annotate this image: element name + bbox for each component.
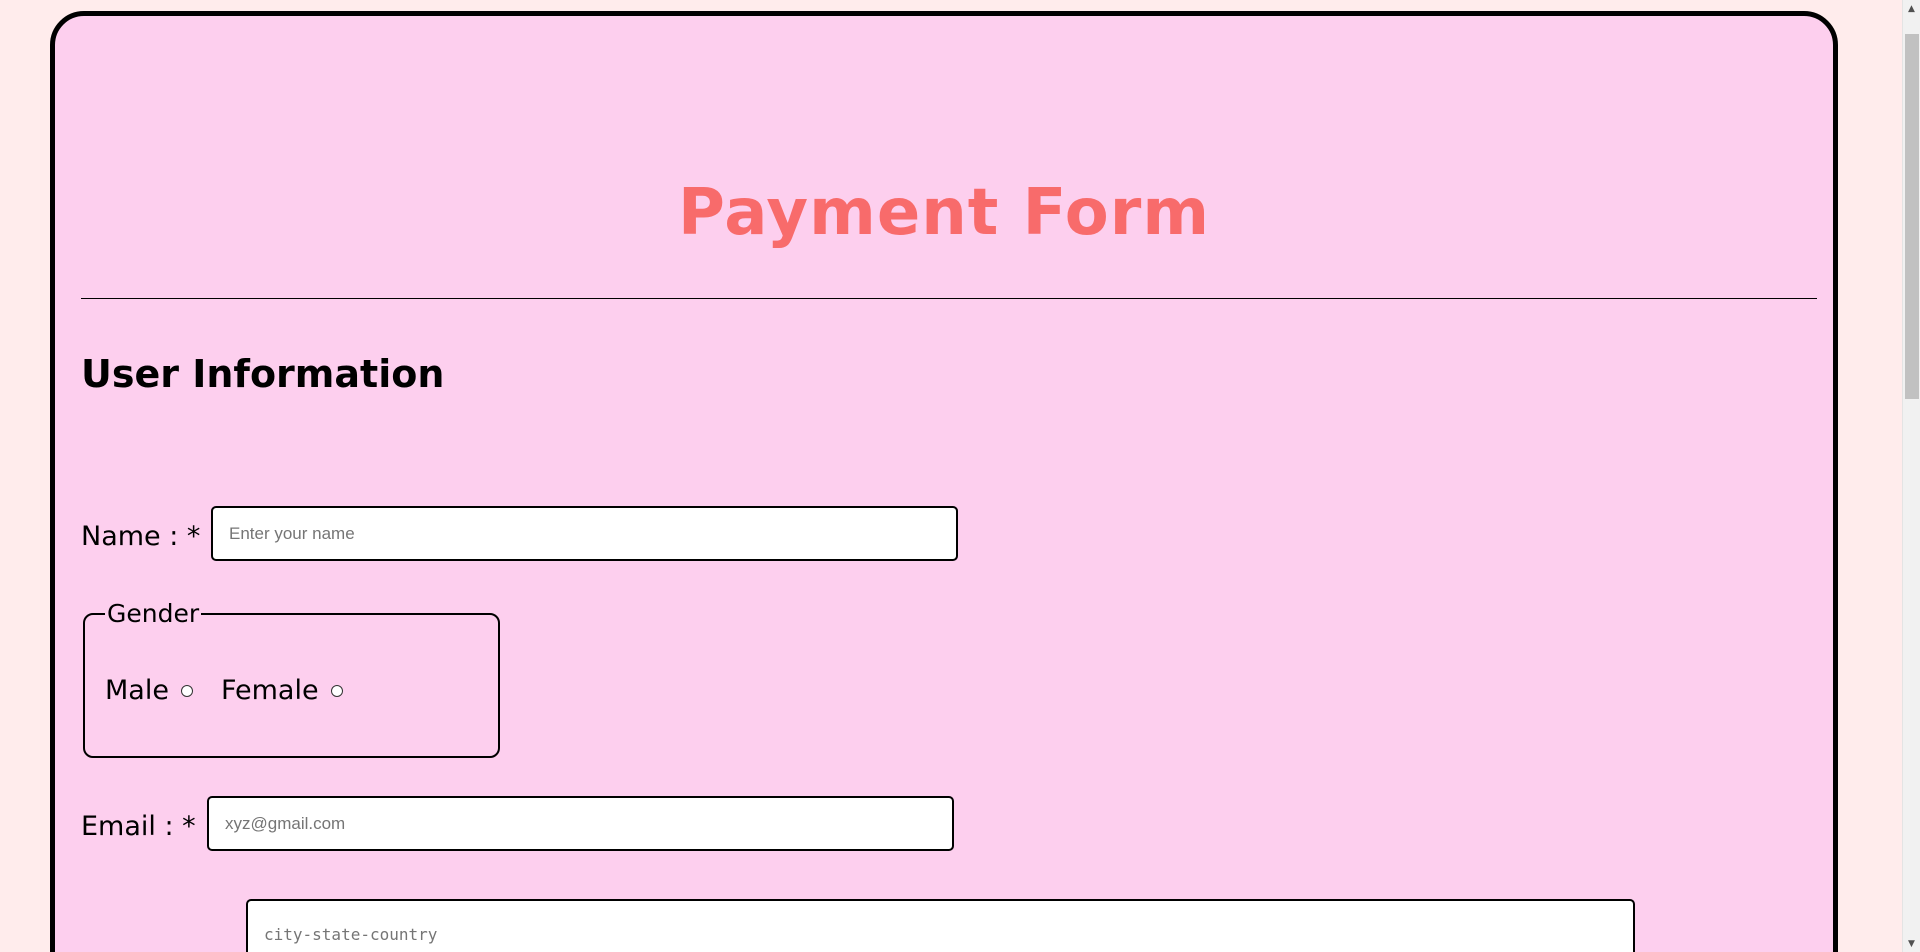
gender-radio-group: Male Female bbox=[105, 675, 371, 706]
name-input[interactable] bbox=[211, 506, 958, 561]
gender-radio-female[interactable] bbox=[330, 684, 343, 697]
gender-fieldset: Gender Male Female bbox=[83, 599, 500, 758]
name-label: Name : * bbox=[81, 521, 201, 552]
gender-option-female-label: Female bbox=[220, 675, 319, 706]
section-title-user-information: User Information bbox=[81, 352, 445, 396]
address-input[interactable] bbox=[246, 899, 1635, 952]
payment-form-card: Payment Form User Information Name : * G… bbox=[50, 11, 1838, 952]
page-title: Payment Form bbox=[678, 176, 1210, 250]
scroll-down-arrow-icon[interactable]: ▼ bbox=[1903, 935, 1920, 952]
gender-legend: Gender bbox=[105, 599, 202, 629]
scrollbar-thumb[interactable] bbox=[1905, 34, 1919, 399]
vertical-scrollbar[interactable]: ▲ ▼ bbox=[1902, 0, 1920, 952]
email-input[interactable] bbox=[207, 796, 954, 851]
page-viewport: Payment Form User Information Name : * G… bbox=[0, 0, 1920, 952]
scroll-up-arrow-icon[interactable]: ▲ bbox=[1903, 0, 1920, 17]
email-label: Email : * bbox=[81, 811, 196, 842]
gender-option-male-label: Male bbox=[105, 675, 169, 706]
title-divider bbox=[81, 298, 1817, 299]
gender-radio-male[interactable] bbox=[180, 684, 193, 697]
